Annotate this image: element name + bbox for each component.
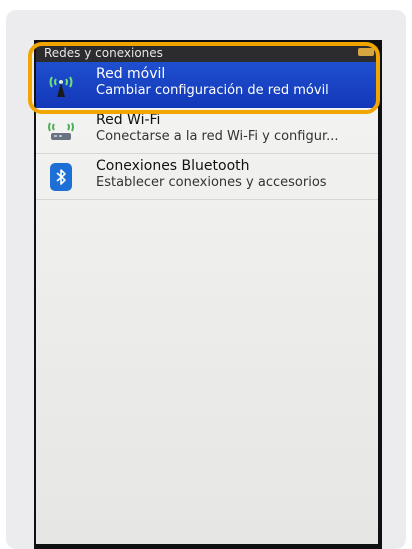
list-item-subtitle: Cambiar configuración de red móvil bbox=[96, 83, 329, 98]
list-item-title: Red móvil bbox=[96, 66, 166, 82]
list-item-title: Conexiones Bluetooth bbox=[96, 158, 250, 174]
section-header: Redes y conexiones bbox=[36, 46, 378, 62]
bluetooth-icon-badge bbox=[50, 163, 72, 191]
settings-screen: Redes y conexiones Red móvil Cambiar con… bbox=[36, 46, 378, 544]
list-item-red-wifi[interactable]: Red Wi-Fi Conectarse a la red Wi-Fi y co… bbox=[36, 108, 378, 154]
bluetooth-icon bbox=[46, 162, 76, 192]
antenna-icon bbox=[46, 70, 76, 100]
list-item-subtitle: Conectarse a la red Wi-Fi y configur... bbox=[96, 129, 339, 144]
list-item-subtitle: Establecer conexiones y accesorios bbox=[96, 175, 327, 190]
list-item-red-movil[interactable]: Red móvil Cambiar configuración de red m… bbox=[36, 62, 378, 108]
list-item-title: Red Wi-Fi bbox=[96, 112, 161, 128]
section-header-label: Redes y conexiones bbox=[44, 46, 163, 60]
list-item-bluetooth[interactable]: Conexiones Bluetooth Establecer conexion… bbox=[36, 154, 378, 200]
wifi-router-icon bbox=[46, 116, 76, 146]
header-indicator bbox=[358, 48, 374, 56]
